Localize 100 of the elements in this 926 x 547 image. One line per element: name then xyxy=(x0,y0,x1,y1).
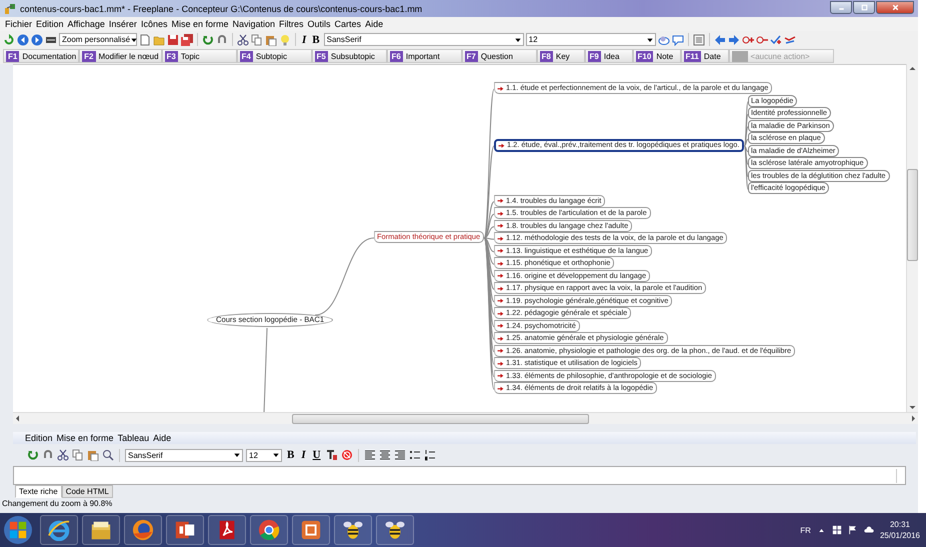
panel-icon[interactable] xyxy=(692,34,705,46)
function-key-button[interactable]: F4 Subtopic xyxy=(236,49,312,63)
close-button[interactable] xyxy=(876,0,914,14)
menu-item[interactable]: Mise en forme xyxy=(169,19,230,29)
scroll-thumb[interactable] xyxy=(907,169,918,261)
scroll-right-icon[interactable] xyxy=(909,414,918,423)
stroke-icon[interactable] xyxy=(784,34,796,46)
menu-item[interactable]: Aide xyxy=(363,19,386,29)
zoom-dropdown[interactable]: Zoom personnalisé xyxy=(59,33,137,46)
taskbar-button[interactable] xyxy=(376,515,414,545)
undo-icon[interactable] xyxy=(27,449,39,461)
save-all-icon[interactable] xyxy=(181,34,193,46)
scroll-thumb[interactable] xyxy=(292,414,589,424)
key-badge: F5 xyxy=(314,50,328,62)
menu-item[interactable]: Edition xyxy=(34,19,66,29)
clear-format-icon[interactable] xyxy=(340,449,353,461)
caret-icon xyxy=(646,36,654,44)
cloud-icon[interactable] xyxy=(864,525,874,535)
function-key-button[interactable]: F8 Key xyxy=(536,49,585,63)
arrow-right-icon[interactable] xyxy=(728,34,740,46)
language-indicator[interactable]: FR xyxy=(800,526,811,534)
italic-button[interactable]: I xyxy=(300,34,308,46)
clock-time: 20:31 xyxy=(890,519,910,530)
numbered-list-icon[interactable] xyxy=(424,449,436,461)
caret-icon xyxy=(130,36,138,44)
menu-item[interactable]: Navigation xyxy=(230,19,278,29)
scissors-icon[interactable] xyxy=(237,34,249,46)
function-key-button[interactable]: F1 Documentation xyxy=(3,49,80,63)
horizontal-scrollbar[interactable] xyxy=(13,412,918,424)
italic-button[interactable]: I xyxy=(299,449,308,461)
menu-item[interactable]: Filtres xyxy=(277,19,306,29)
save-icon[interactable] xyxy=(167,34,179,46)
taskbar-button[interactable] xyxy=(250,515,288,545)
function-key-button[interactable]: F5 Subsubtopic xyxy=(312,49,387,63)
function-key-button[interactable]: F2 Modifier le nœud xyxy=(79,49,162,63)
font-dropdown[interactable]: SansSerif xyxy=(324,33,524,46)
flag-icon[interactable] xyxy=(848,525,858,535)
globe-icon xyxy=(132,519,154,541)
menu-item[interactable]: Mise en forme xyxy=(54,433,116,443)
back-icon[interactable] xyxy=(17,34,29,46)
copy-icon[interactable] xyxy=(251,34,263,46)
bullet-list-icon[interactable] xyxy=(408,449,421,461)
font-dropdown[interactable]: SansSerif xyxy=(125,448,243,462)
node-plus-icon[interactable] xyxy=(742,34,754,46)
function-key-button[interactable]: F3 Topic xyxy=(162,49,237,63)
tab[interactable]: Texte riche xyxy=(15,485,62,498)
key-badge: F10 xyxy=(636,50,654,62)
forward-icon[interactable] xyxy=(31,34,43,46)
text-field[interactable] xyxy=(13,466,906,485)
menu-item[interactable]: Aide xyxy=(151,433,174,443)
grid-icon[interactable] xyxy=(832,525,842,535)
paste-icon[interactable] xyxy=(265,34,277,46)
window-icon xyxy=(300,519,322,541)
bold-button[interactable]: B xyxy=(310,34,322,46)
new-file-icon[interactable] xyxy=(139,34,151,46)
bold-button[interactable]: B xyxy=(285,449,296,461)
taskbar-button[interactable] xyxy=(292,515,330,545)
size-dropdown[interactable]: 12 xyxy=(246,448,282,462)
menu-item[interactable]: Insérer xyxy=(106,19,139,29)
copy-icon[interactable] xyxy=(72,449,84,461)
function-key-button[interactable]: F6 Important xyxy=(386,49,462,63)
taskbar-button[interactable] xyxy=(40,515,78,545)
scissors-icon[interactable] xyxy=(57,449,69,461)
function-key-button[interactable]: F7 Question xyxy=(462,49,537,63)
function-key-button[interactable]: F11 Date xyxy=(680,49,729,63)
arrow-left-icon[interactable] xyxy=(714,34,726,46)
key-badge: F2 xyxy=(82,50,96,62)
maximize-button[interactable] xyxy=(853,0,875,14)
function-key-button[interactable]: F9 Idea xyxy=(584,49,633,63)
align-left-icon[interactable] xyxy=(364,449,376,461)
taskbar-button[interactable] xyxy=(82,515,120,545)
check-plus-icon[interactable] xyxy=(770,34,782,46)
caret-icon xyxy=(233,451,241,459)
menu-item[interactable]: Edition xyxy=(23,433,55,443)
align-right-icon[interactable] xyxy=(394,449,406,461)
menu-item[interactable]: Tableau xyxy=(116,433,152,443)
menu-item[interactable]: Outils xyxy=(306,19,333,29)
balloon-icon[interactable] xyxy=(672,34,684,46)
redo-icon[interactable] xyxy=(216,34,228,46)
taskbar-button[interactable] xyxy=(334,515,372,545)
vertical-scrollbar[interactable] xyxy=(906,64,918,412)
menu-item[interactable]: Fichier xyxy=(3,19,34,29)
underline-button[interactable]: U xyxy=(310,449,323,461)
text-color-icon[interactable] xyxy=(326,449,338,461)
tab[interactable]: Code HTML xyxy=(62,485,113,498)
menu-item[interactable]: Affichage xyxy=(66,19,107,29)
menu-item[interactable]: Cartes xyxy=(332,19,364,29)
taskbar-button[interactable] xyxy=(208,515,246,545)
undo-icon[interactable] xyxy=(202,34,214,46)
size-dropdown[interactable]: 12 xyxy=(526,33,656,46)
minimize-button[interactable] xyxy=(830,0,852,14)
search-icon[interactable] xyxy=(102,449,114,461)
redo-icon[interactable] xyxy=(42,449,54,461)
taskbar-button[interactable] xyxy=(166,515,204,545)
align-center-icon[interactable] xyxy=(378,449,391,461)
node-minus-icon[interactable] xyxy=(756,34,768,46)
menu-item[interactable]: Icônes xyxy=(138,19,170,29)
paste-icon[interactable] xyxy=(87,449,99,461)
refresh-icon[interactable] xyxy=(3,34,15,46)
function-key-button[interactable]: F10 Note xyxy=(632,49,681,63)
